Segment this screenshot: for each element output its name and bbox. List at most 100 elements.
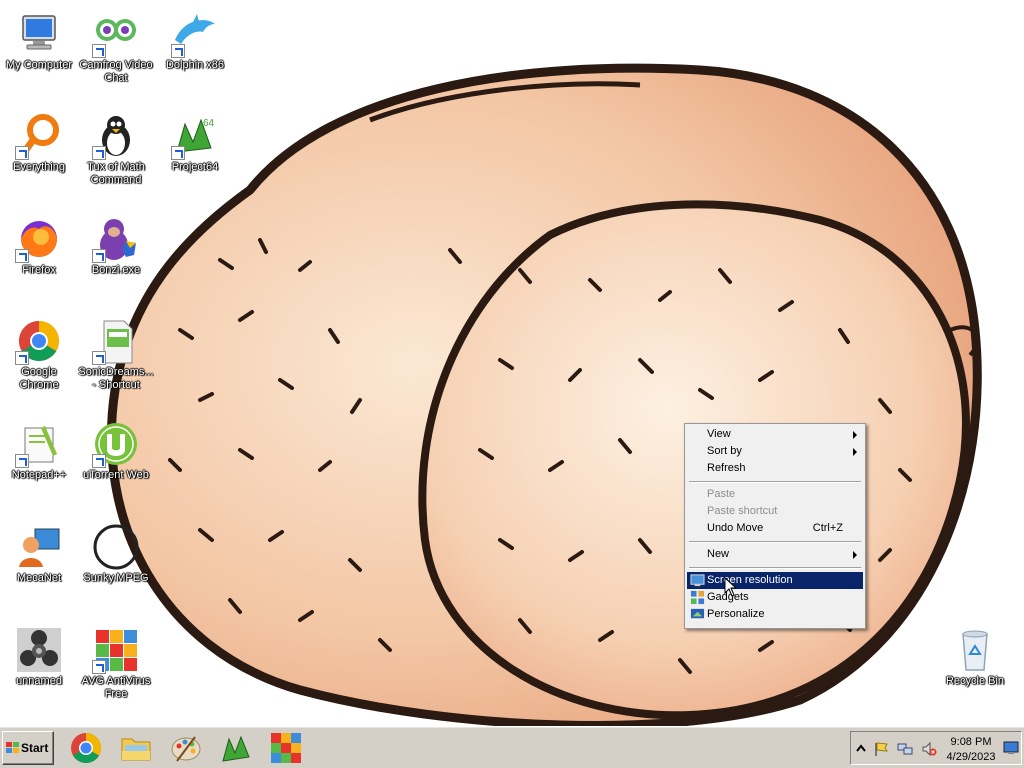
shortcut-arrow-icon bbox=[92, 44, 106, 58]
taskbar-app-avg[interactable] bbox=[269, 731, 303, 765]
desktop-icon-label: AVG AntiVirus Free bbox=[81, 675, 151, 700]
menu-item-screen-resolution[interactable]: Screen resolution bbox=[687, 572, 863, 589]
desktop-icon-utorrent-web[interactable]: uTorrent Web bbox=[78, 420, 154, 482]
desktop-icon-label: My Computer bbox=[5, 59, 73, 71]
desktop-icon-sunky-mpeg[interactable]: Sunky.MPEG bbox=[78, 523, 154, 585]
desktop-icon-label: unnamed bbox=[16, 675, 62, 687]
desktop-icon-label: Google Chrome bbox=[19, 366, 59, 391]
menu-item-sort-by[interactable]: Sort by bbox=[687, 443, 863, 460]
shortcut-arrow-icon bbox=[15, 146, 29, 160]
menu-item-label: New bbox=[707, 548, 730, 560]
desktop-icon-label: MecaNet bbox=[16, 572, 62, 584]
desktop-icon-label: Bonzi.exe bbox=[91, 264, 141, 276]
desktop-icon-google-chrome[interactable]: Google Chrome bbox=[1, 317, 77, 392]
taskbar-app-paint[interactable] bbox=[169, 731, 203, 765]
menu-item-label: Personalize bbox=[707, 608, 765, 620]
menu-item-undo-move[interactable]: Undo Move Ctrl+Z bbox=[687, 520, 863, 537]
menu-separator bbox=[687, 537, 863, 546]
chrome-icon bbox=[71, 733, 102, 764]
desktop-icon-my-computer[interactable]: My Computer bbox=[1, 10, 77, 72]
explorer-folder-icon bbox=[121, 738, 151, 761]
desktop-icon-camfrog[interactable]: Camfrog Video Chat bbox=[78, 10, 154, 85]
action-center-flag-icon[interactable] bbox=[873, 741, 889, 757]
clock-time[interactable]: 9:08 PM bbox=[943, 736, 999, 748]
clock-date[interactable]: 4/29/2023 bbox=[941, 751, 1001, 763]
taskbar-app-explorer[interactable] bbox=[119, 731, 153, 765]
desktop-context-menu: View Sort by Refresh Paste Paste shortcu… bbox=[684, 423, 866, 629]
menu-item-personalize[interactable]: Personalize bbox=[687, 606, 863, 623]
volume-muted-icon[interactable] bbox=[921, 741, 937, 757]
desktop-icon-unnamed[interactable]: unnamed bbox=[1, 626, 77, 688]
show-hidden-chevron-icon[interactable] bbox=[853, 741, 869, 757]
shortcut-arrow-icon bbox=[92, 146, 106, 160]
desktop-icon-label: Project64 bbox=[171, 161, 219, 173]
desktop-icon-dolphin[interactable]: Dolphin x86 bbox=[157, 10, 233, 72]
menu-item-gadgets[interactable]: Gadgets bbox=[687, 589, 863, 606]
desktop-icon-label: Tux of Math Command bbox=[87, 161, 145, 186]
mouse-cursor-icon bbox=[724, 577, 738, 597]
shortcut-arrow-icon bbox=[171, 146, 185, 160]
submenu-arrow-icon bbox=[853, 551, 857, 559]
show-desktop-icon[interactable] bbox=[1003, 740, 1019, 756]
shortcut-arrow-icon bbox=[92, 454, 106, 468]
svg-text:64: 64 bbox=[203, 118, 215, 129]
computer-icon bbox=[22, 15, 56, 50]
desktop-icon-label: SonicDreams... - Shortcut bbox=[78, 366, 154, 391]
desktop-icon-tux-of-math[interactable]: Tux of Math Command bbox=[78, 112, 154, 187]
project64-icon bbox=[222, 735, 250, 762]
desktop-icon-sonicdreams[interactable]: SonicDreams... - Shortcut bbox=[78, 317, 154, 392]
desktop-icon-recycle-bin[interactable]: Recycle Bin bbox=[937, 626, 1013, 688]
desktop-icon-everything[interactable]: Everything bbox=[1, 112, 77, 174]
menu-item-view[interactable]: View bbox=[687, 426, 863, 443]
personalize-icon bbox=[690, 608, 705, 619]
desktop-icon-label: uTorrent Web bbox=[83, 469, 149, 481]
menu-item-new[interactable]: New bbox=[687, 546, 863, 563]
avg-icon bbox=[271, 733, 301, 763]
sunky-circle-icon bbox=[93, 524, 139, 570]
windows-flag-icon bbox=[6, 742, 19, 753]
system-tray: 9:08 PM 4/29/2023 bbox=[850, 731, 1022, 765]
submenu-arrow-icon bbox=[853, 431, 857, 439]
shortcut-arrow-icon bbox=[15, 351, 29, 365]
mecanet-icon bbox=[19, 528, 60, 567]
desktop-icon-mecanet[interactable]: MecaNet bbox=[1, 523, 77, 585]
gadgets-icon bbox=[690, 590, 705, 605]
submenu-arrow-icon bbox=[853, 448, 857, 456]
desktop-icon-label: Notepad++ bbox=[11, 469, 67, 481]
menu-item-label: Paste bbox=[707, 488, 736, 500]
start-button[interactable]: Start bbox=[2, 731, 54, 765]
menu-item-shortcut: Ctrl+Z bbox=[812, 522, 843, 534]
menu-item-label: Paste shortcut bbox=[707, 505, 778, 517]
menu-item-label: Undo Move bbox=[707, 522, 764, 534]
taskbar-app-project64[interactable] bbox=[219, 731, 253, 765]
taskbar-app-chrome[interactable] bbox=[69, 731, 103, 765]
desktop-icon-label: Dolphin x86 bbox=[165, 59, 225, 71]
fidget-spinner-icon bbox=[17, 628, 61, 672]
desktop-icon-label: Camfrog Video Chat bbox=[79, 59, 153, 84]
menu-item-paste-shortcut: Paste shortcut bbox=[687, 503, 863, 520]
desktop-icon-project64[interactable]: 64 Project64 bbox=[157, 112, 233, 174]
shortcut-arrow-icon bbox=[171, 44, 185, 58]
desktop-icon-label: Recycle Bin bbox=[945, 675, 1005, 687]
network-icon[interactable] bbox=[897, 741, 913, 757]
shortcut-arrow-icon bbox=[92, 660, 106, 674]
start-label: Start bbox=[21, 741, 49, 755]
desktop-icon-firefox[interactable]: Firefox bbox=[1, 215, 77, 277]
desktop-icon-notepadpp[interactable]: Notepad++ bbox=[1, 420, 77, 482]
menu-separator bbox=[687, 477, 863, 486]
shortcut-arrow-icon bbox=[15, 249, 29, 263]
menu-item-label: Sort by bbox=[707, 445, 742, 457]
recycle-bin-icon bbox=[962, 630, 988, 671]
desktop-icon-label: Sunky.MPEG bbox=[83, 572, 149, 584]
shortcut-arrow-icon bbox=[15, 454, 29, 468]
shortcut-arrow-icon bbox=[92, 249, 106, 263]
menu-item-paste: Paste bbox=[687, 486, 863, 503]
shortcut-arrow-icon bbox=[92, 351, 106, 365]
display-icon bbox=[690, 574, 705, 587]
desktop-icon-label: Everything bbox=[13, 161, 65, 173]
desktop-icon-avg-antivirus[interactable]: AVG AntiVirus Free bbox=[78, 626, 154, 701]
desktop-icon-bonzi[interactable]: Bonzi.exe bbox=[78, 215, 154, 277]
desktop-icon-label: Firefox bbox=[22, 264, 56, 276]
menu-item-refresh[interactable]: Refresh bbox=[687, 460, 863, 477]
paint-palette-icon bbox=[171, 736, 201, 762]
